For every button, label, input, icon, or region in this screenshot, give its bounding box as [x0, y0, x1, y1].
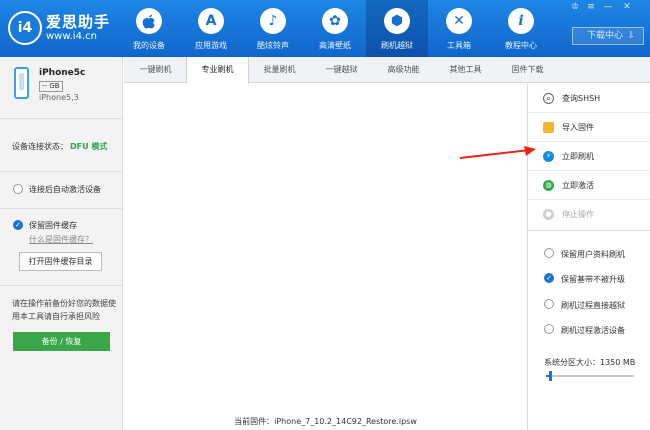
activate-during-flash-label: 刷机过程激活设备 [561, 326, 625, 335]
device-capacity: -- GB [39, 81, 63, 92]
annotation-arrow [459, 146, 536, 159]
flash-now-label: 立即刷机 [562, 152, 594, 161]
current-firmware-label: 当前固件： [234, 417, 275, 426]
keep-user-data-label: 保留用户资料刷机 [561, 250, 625, 259]
info-icon: i [508, 8, 534, 34]
partition-slider-thumb[interactable] [549, 371, 553, 381]
nav-label: 应用游戏 [195, 41, 227, 50]
nav-label: 高清壁纸 [319, 41, 351, 50]
nav-ringtones[interactable]: ♪ 酷炫铃声 [242, 0, 304, 57]
activate-now-label: 立即激活 [562, 181, 594, 190]
menu-icon[interactable]: ≡ [585, 2, 597, 12]
download-center-button[interactable]: 下载中心 ⇩ [572, 27, 644, 45]
status-label: 设备连接状态： [12, 142, 68, 151]
partition-slider-track[interactable] [546, 375, 634, 377]
app-window: i4 爱思助手 www.i4.cn 我的设备 A 应用游戏 ♪ 酷炫铃声 ✿ 高… [0, 0, 650, 430]
tab-other-tools[interactable]: 其他工具 [434, 57, 497, 83]
import-firmware-button[interactable]: 导入固件 [528, 113, 650, 142]
tab-one-click-jailbreak[interactable]: 一键越狱 [310, 57, 373, 83]
connection-status: 设备连接状态： DFU 模式 [0, 119, 123, 172]
minimize-icon[interactable]: — [602, 2, 614, 12]
nav-apps-games[interactable]: A 应用游戏 [180, 0, 242, 57]
what-is-cache-link[interactable]: 什么是固件缓存？ [29, 234, 93, 245]
bell-icon: ♪ [260, 8, 286, 34]
globe-icon: ◍ [543, 180, 554, 191]
nav-label: 我的设备 [133, 41, 165, 50]
stop-operation-button[interactable]: ● 停止操作 [528, 200, 650, 231]
partition-size-label: 系统分区大小：1350 MB [544, 358, 636, 367]
logo-icon: i4 [8, 11, 42, 45]
firmware-list-area: 当前固件：iPhone_7_10.2_14C92_Restore.ipsw [124, 84, 527, 430]
nav-wallpapers[interactable]: ✿ 高清壁纸 [304, 0, 366, 57]
app-name: 爱思助手 [46, 13, 111, 31]
apple-icon [136, 8, 162, 34]
search-icon: ⌕ [543, 93, 554, 104]
flash-now-button[interactable]: ⚡ 立即刷机 [528, 142, 650, 171]
import-firmware-label: 导入固件 [562, 123, 594, 132]
phone-icon [14, 67, 29, 99]
box-icon: ⬢ [384, 8, 410, 34]
nav-label: 刷机越狱 [381, 41, 413, 50]
app-store-icon: A [198, 8, 224, 34]
tab-one-click-flash[interactable]: 一键刷机 [124, 57, 187, 83]
device-name: iPhone5c [39, 68, 86, 78]
jailbreak-during-flash-label: 刷机过程直接越狱 [561, 301, 625, 310]
download-center-label: 下载中心 [587, 31, 624, 41]
query-shsh-button[interactable]: ⌕ 查询SHSH [528, 84, 650, 113]
device-info: iPhone5c -- GB iPhone5,3 [0, 57, 123, 119]
close-icon[interactable]: ✕ [621, 2, 633, 12]
keep-baseband-checkbox[interactable]: ✓ [544, 273, 554, 283]
app-logo: i4 爱思助手 www.i4.cn [8, 7, 120, 51]
nav-flash-jailbreak[interactable]: ⬢ 刷机越狱 [366, 0, 428, 57]
device-model: iPhone5,3 [39, 93, 79, 102]
query-shsh-label: 查询SHSH [562, 94, 601, 103]
download-icon: ⇩ [627, 31, 635, 41]
auto-activate-label: 连接后自动激活设备 [29, 185, 101, 194]
folder-icon [543, 122, 554, 133]
app-url: www.i4.cn [46, 31, 97, 42]
open-cache-dir-button[interactable]: 打开固件缓存目录 [19, 252, 102, 271]
auto-activate-option[interactable]: 连接后自动激活设备 [0, 172, 123, 209]
keep-user-data-radio[interactable] [544, 248, 554, 258]
action-panel: ⌕ 查询SHSH 导入固件 ⚡ 立即刷机 ◍ 立即激活 ● 停止操作 保留用户资… [527, 84, 650, 430]
tools-icon: ✕ [446, 8, 472, 34]
stop-icon: ● [543, 209, 554, 220]
keep-cache-label: 保留固件缓存 [29, 221, 77, 230]
nav-label: 酷炫铃声 [257, 41, 289, 50]
current-firmware: 当前固件：iPhone_7_10.2_14C92_Restore.ipsw [124, 416, 527, 427]
jailbreak-during-flash-radio[interactable] [544, 299, 554, 309]
status-value: DFU 模式 [70, 142, 108, 151]
tab-bar: 一键刷机 专业刷机 批量刷机 一键越狱 高级功能 其他工具 固件下载 [124, 57, 650, 84]
stop-operation-label: 停止操作 [562, 210, 594, 219]
tab-batch-flash[interactable]: 批量刷机 [248, 57, 311, 83]
skin-icon[interactable]: ♔ [569, 2, 581, 12]
flower-icon: ✿ [322, 8, 348, 34]
keep-cache-checkbox[interactable]: ✓ [13, 220, 23, 230]
top-header: i4 爱思助手 www.i4.cn 我的设备 A 应用游戏 ♪ 酷炫铃声 ✿ 高… [0, 0, 650, 57]
tab-advanced[interactable]: 高级功能 [372, 57, 435, 83]
nav-my-device[interactable]: 我的设备 [118, 0, 180, 57]
nav-label: 教程中心 [505, 41, 537, 50]
warning-text: 请在操作前备份好您的数据使用本工具请自行承担风险 [12, 299, 116, 321]
tab-pro-flash[interactable]: 专业刷机 [186, 57, 249, 84]
lightning-icon: ⚡ [543, 151, 554, 162]
backup-restore-button[interactable]: 备份 / 恢复 [13, 332, 110, 351]
nav-toolbox[interactable]: ✕ 工具箱 [428, 0, 490, 57]
firmware-cache-section: ✓ 保留固件缓存 什么是固件缓存？ 打开固件缓存目录 [0, 209, 123, 286]
nav-tutorials[interactable]: i 教程中心 [490, 0, 552, 57]
keep-baseband-label: 保留基带不被升级 [561, 275, 625, 284]
window-controls: ♔ ≡ — ✕ [569, 2, 649, 14]
device-panel: iPhone5c -- GB iPhone5,3 设备连接状态： DFU 模式 … [0, 57, 123, 430]
current-firmware-value: iPhone_7_10.2_14C92_Restore.ipsw [274, 417, 417, 426]
tab-firmware-download[interactable]: 固件下载 [496, 57, 559, 83]
activate-now-button[interactable]: ◍ 立即激活 [528, 171, 650, 200]
nav-label: 工具箱 [447, 41, 471, 50]
activate-during-flash-radio[interactable] [544, 324, 554, 334]
auto-activate-radio[interactable] [13, 184, 23, 194]
